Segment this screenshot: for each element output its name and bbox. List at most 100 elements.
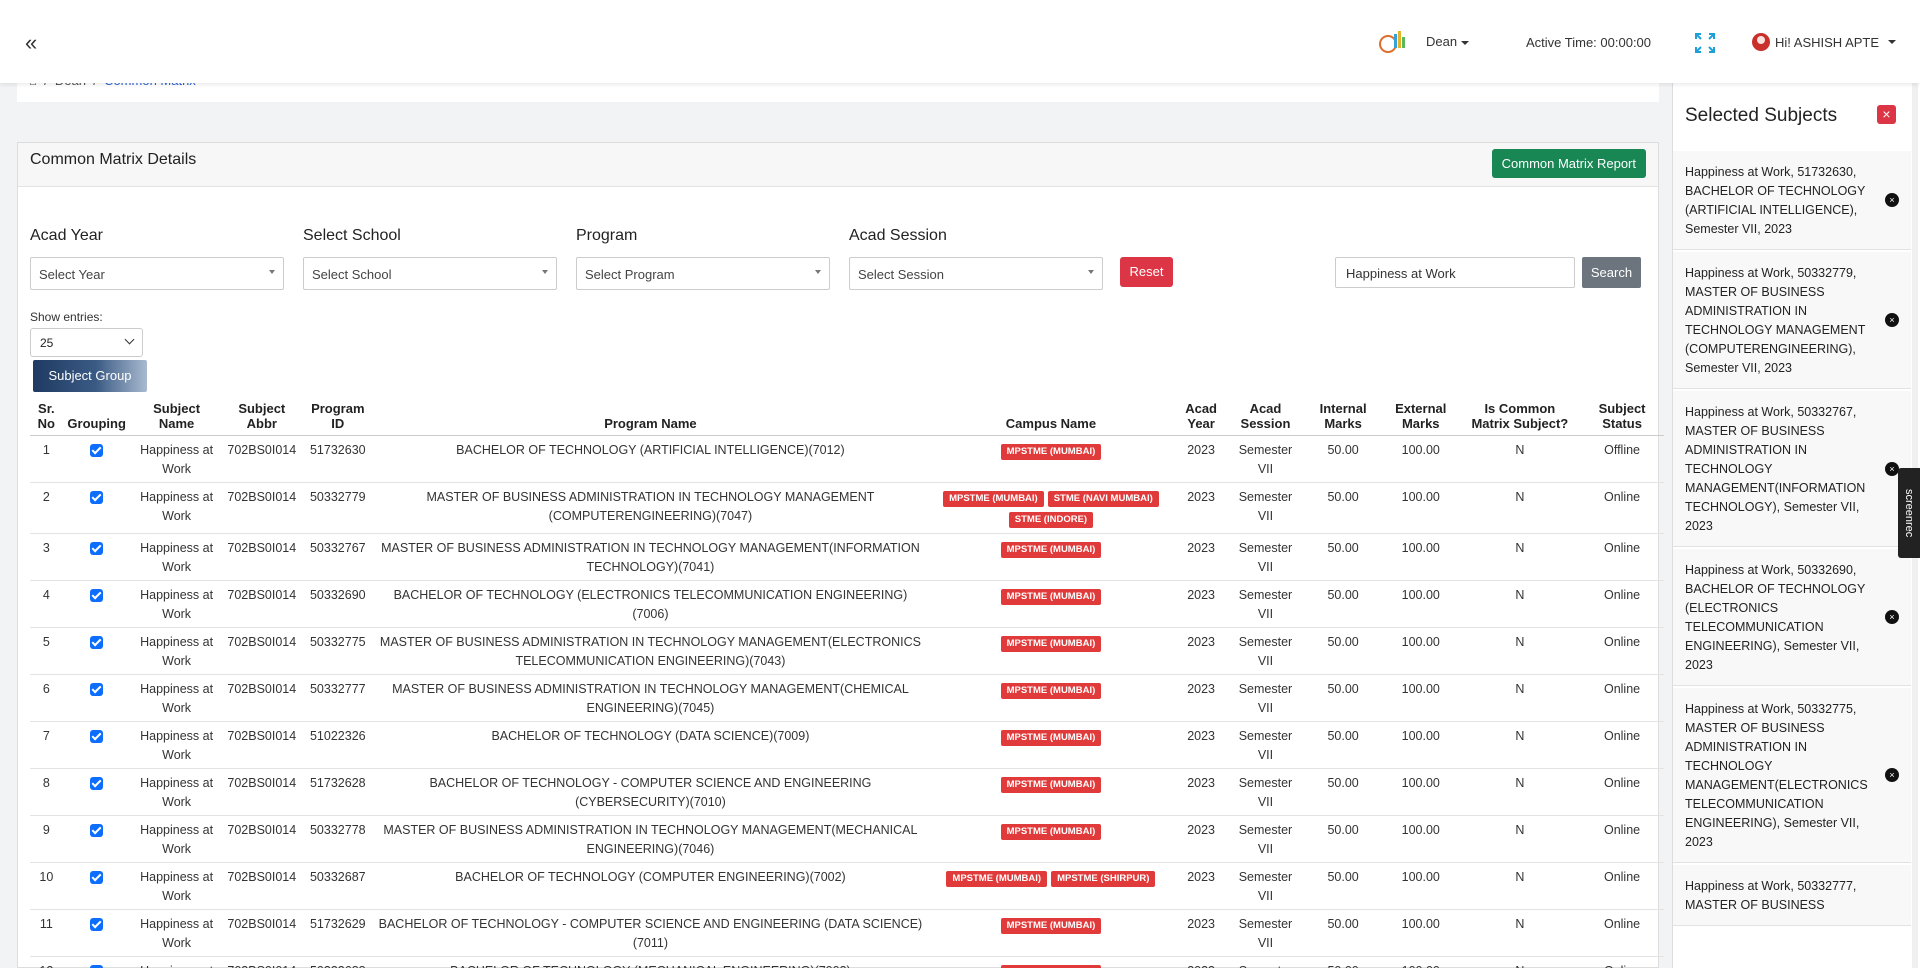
role-dropdown[interactable]: Dean [1426, 34, 1470, 49]
table-row: 7 Happiness at Work 702BS0I014 51022326 BACH… [30, 721, 1664, 769]
close-panel-icon[interactable]: × [1877, 105, 1896, 124]
cell-grouping [62, 580, 131, 628]
grouping-checkbox[interactable] [90, 589, 104, 602]
selected-subject-item: Happiness at Work, 50332690, BACHELOR OF… [1673, 549, 1911, 686]
entries-select[interactable]: 25 [30, 328, 143, 357]
cell-campus-name: MPSTME (MUMBAI) STME (NAVI MUMBAI) STME (I… [926, 482, 1176, 534]
chevron-down-icon [1888, 40, 1897, 44]
remove-subject-icon[interactable]: × [1885, 193, 1899, 207]
cell-acad-year: 2023 [1175, 482, 1227, 534]
cell-subject-name: Happiness at Work [130, 627, 223, 675]
cell-subject-name: Happiness at Work [130, 909, 223, 957]
table-row: 5 Happiness at Work 702BS0I014 50332775 MAST… [30, 627, 1664, 675]
search-button[interactable]: Search [1582, 257, 1641, 288]
cell-subject-status: Online [1580, 580, 1664, 628]
cell-subject-abbr: 702BS0I014 [222, 956, 302, 968]
card-title: Common Matrix Details [30, 151, 197, 168]
cell-program-id: 50332779 [301, 482, 375, 534]
program-label: Program [576, 227, 638, 244]
campus-badge: MPSTME (MUMBAI) [946, 871, 1048, 887]
selected-subjects-title: Selected Subjects [1685, 105, 1838, 126]
cell-acad-session: Semester VII [1226, 956, 1305, 968]
grouping-checkbox[interactable] [90, 683, 104, 696]
selected-subject-text: Happiness at Work, 50332777, MASTER OF B… [1685, 879, 1857, 912]
cell-grouping [62, 627, 131, 675]
screen-recorder-tag[interactable]: screenrec [1898, 468, 1920, 558]
chevron-down-icon [1461, 40, 1470, 45]
cell-acad-year: 2023 [1175, 768, 1227, 816]
dropdown-arrow-icon [542, 270, 548, 274]
remove-subject-icon[interactable]: × [1885, 768, 1899, 782]
cell-acad-session: Semester VII [1226, 909, 1305, 957]
col-grouping: Grouping [62, 399, 131, 436]
collapse-sidebar-icon[interactable]: « [25, 30, 37, 56]
col-acad-year: Acad Year [1175, 399, 1227, 436]
cell-sr-no: 4 [30, 580, 63, 628]
cell-acad-session: Semester VII [1226, 627, 1305, 675]
cell-subject-status: Online [1580, 674, 1664, 722]
cell-internal-marks: 50.00 [1304, 768, 1382, 816]
cell-acad-session: Semester VII [1226, 674, 1305, 722]
table-row: 3 Happiness at Work 702BS0I014 50332767 MAST… [30, 533, 1664, 581]
acad-year-select[interactable]: Select Year [30, 257, 284, 290]
grouping-checkbox[interactable] [90, 730, 104, 743]
cell-external-marks: 100.00 [1381, 435, 1460, 483]
session-select[interactable]: Select Session [849, 257, 1103, 290]
selected-subject-text: Happiness at Work, 50332779, MASTER OF B… [1685, 266, 1866, 375]
cell-subject-status: Online [1580, 956, 1664, 968]
remove-subject-icon[interactable]: × [1885, 313, 1899, 327]
cell-acad-year: 2023 [1175, 909, 1227, 957]
fullscreen-icon[interactable] [1694, 32, 1716, 54]
cell-subject-status: Online [1580, 482, 1664, 534]
cell-is-common: N [1459, 627, 1581, 675]
chevron-down-icon [124, 334, 135, 345]
cell-internal-marks: 50.00 [1304, 482, 1382, 534]
selected-subject-text: Happiness at Work, 50332767, MASTER OF B… [1685, 405, 1866, 533]
cell-internal-marks: 50.00 [1304, 627, 1382, 675]
grouping-checkbox[interactable] [90, 824, 104, 837]
subject-group-button[interactable]: Subject Group [33, 360, 147, 392]
grouping-checkbox[interactable] [90, 777, 104, 790]
cell-program-name: MASTER OF BUSINESS ADMINISTRATION IN TEC… [374, 815, 927, 863]
remove-subject-icon[interactable]: × [1885, 461, 1899, 476]
acad-year-label: Acad Year [30, 227, 103, 244]
program-select[interactable]: Select Program [576, 257, 830, 290]
grouping-checkbox[interactable] [90, 918, 104, 931]
common-matrix-report-button[interactable]: Common Matrix Report [1491, 149, 1646, 178]
cell-external-marks: 100.00 [1381, 580, 1460, 628]
cell-acad-year: 2023 [1175, 627, 1227, 675]
cell-is-common: N [1459, 721, 1581, 769]
selected-subject-text: Happiness at Work, 50332690, BACHELOR OF… [1685, 563, 1866, 672]
campus-badge: MPSTME (MUMBAI) [1000, 918, 1102, 934]
col-subject-abbr: Subject Abbr [222, 399, 302, 436]
cell-subject-abbr: 702BS0I014 [222, 721, 302, 769]
cell-acad-year: 2023 [1175, 435, 1227, 483]
reset-button[interactable]: Reset [1120, 257, 1173, 287]
cell-program-id: 50332688 [301, 956, 375, 968]
grouping-checkbox[interactable] [90, 491, 104, 504]
grouping-checkbox[interactable] [90, 542, 104, 555]
remove-subject-icon[interactable]: × [1885, 610, 1899, 624]
campus-badge: MPSTME (MUMBAI) [1000, 444, 1102, 460]
table-row: 4 Happiness at Work 702BS0I014 50332690 BACH… [30, 580, 1664, 628]
col-sr-no: Sr. No [30, 399, 63, 436]
selected-subject-text: Happiness at Work, 50332775, MASTER OF B… [1685, 702, 1868, 849]
cell-program-name: BACHELOR OF TECHNOLOGY (DATA SCIENCE)(70… [374, 721, 927, 769]
grouping-checkbox[interactable] [90, 871, 104, 884]
school-select[interactable]: Select School [303, 257, 557, 290]
cell-is-common: N [1459, 909, 1581, 957]
cell-program-name: BACHELOR OF TECHNOLOGY (ELECTRONICS TELE… [374, 580, 927, 628]
cell-acad-session: Semester VII [1226, 768, 1305, 816]
cell-subject-status: Online [1580, 768, 1664, 816]
common-matrix-card: Common Matrix Details Common Matrix Repo… [17, 142, 1664, 968]
cell-sr-no: 10 [30, 862, 63, 910]
cell-acad-year: 2023 [1175, 533, 1227, 581]
grouping-checkbox[interactable] [90, 444, 104, 457]
session-label: Acad Session [849, 227, 947, 244]
user-menu[interactable]: Hi! ASHISH APTE [1752, 33, 1897, 51]
grouping-checkbox[interactable] [90, 636, 104, 649]
cell-acad-session: Semester VII [1226, 862, 1305, 910]
cell-internal-marks: 50.00 [1304, 721, 1382, 769]
cell-internal-marks: 50.00 [1304, 533, 1382, 581]
search-input[interactable]: Happiness at Work [1335, 257, 1575, 288]
